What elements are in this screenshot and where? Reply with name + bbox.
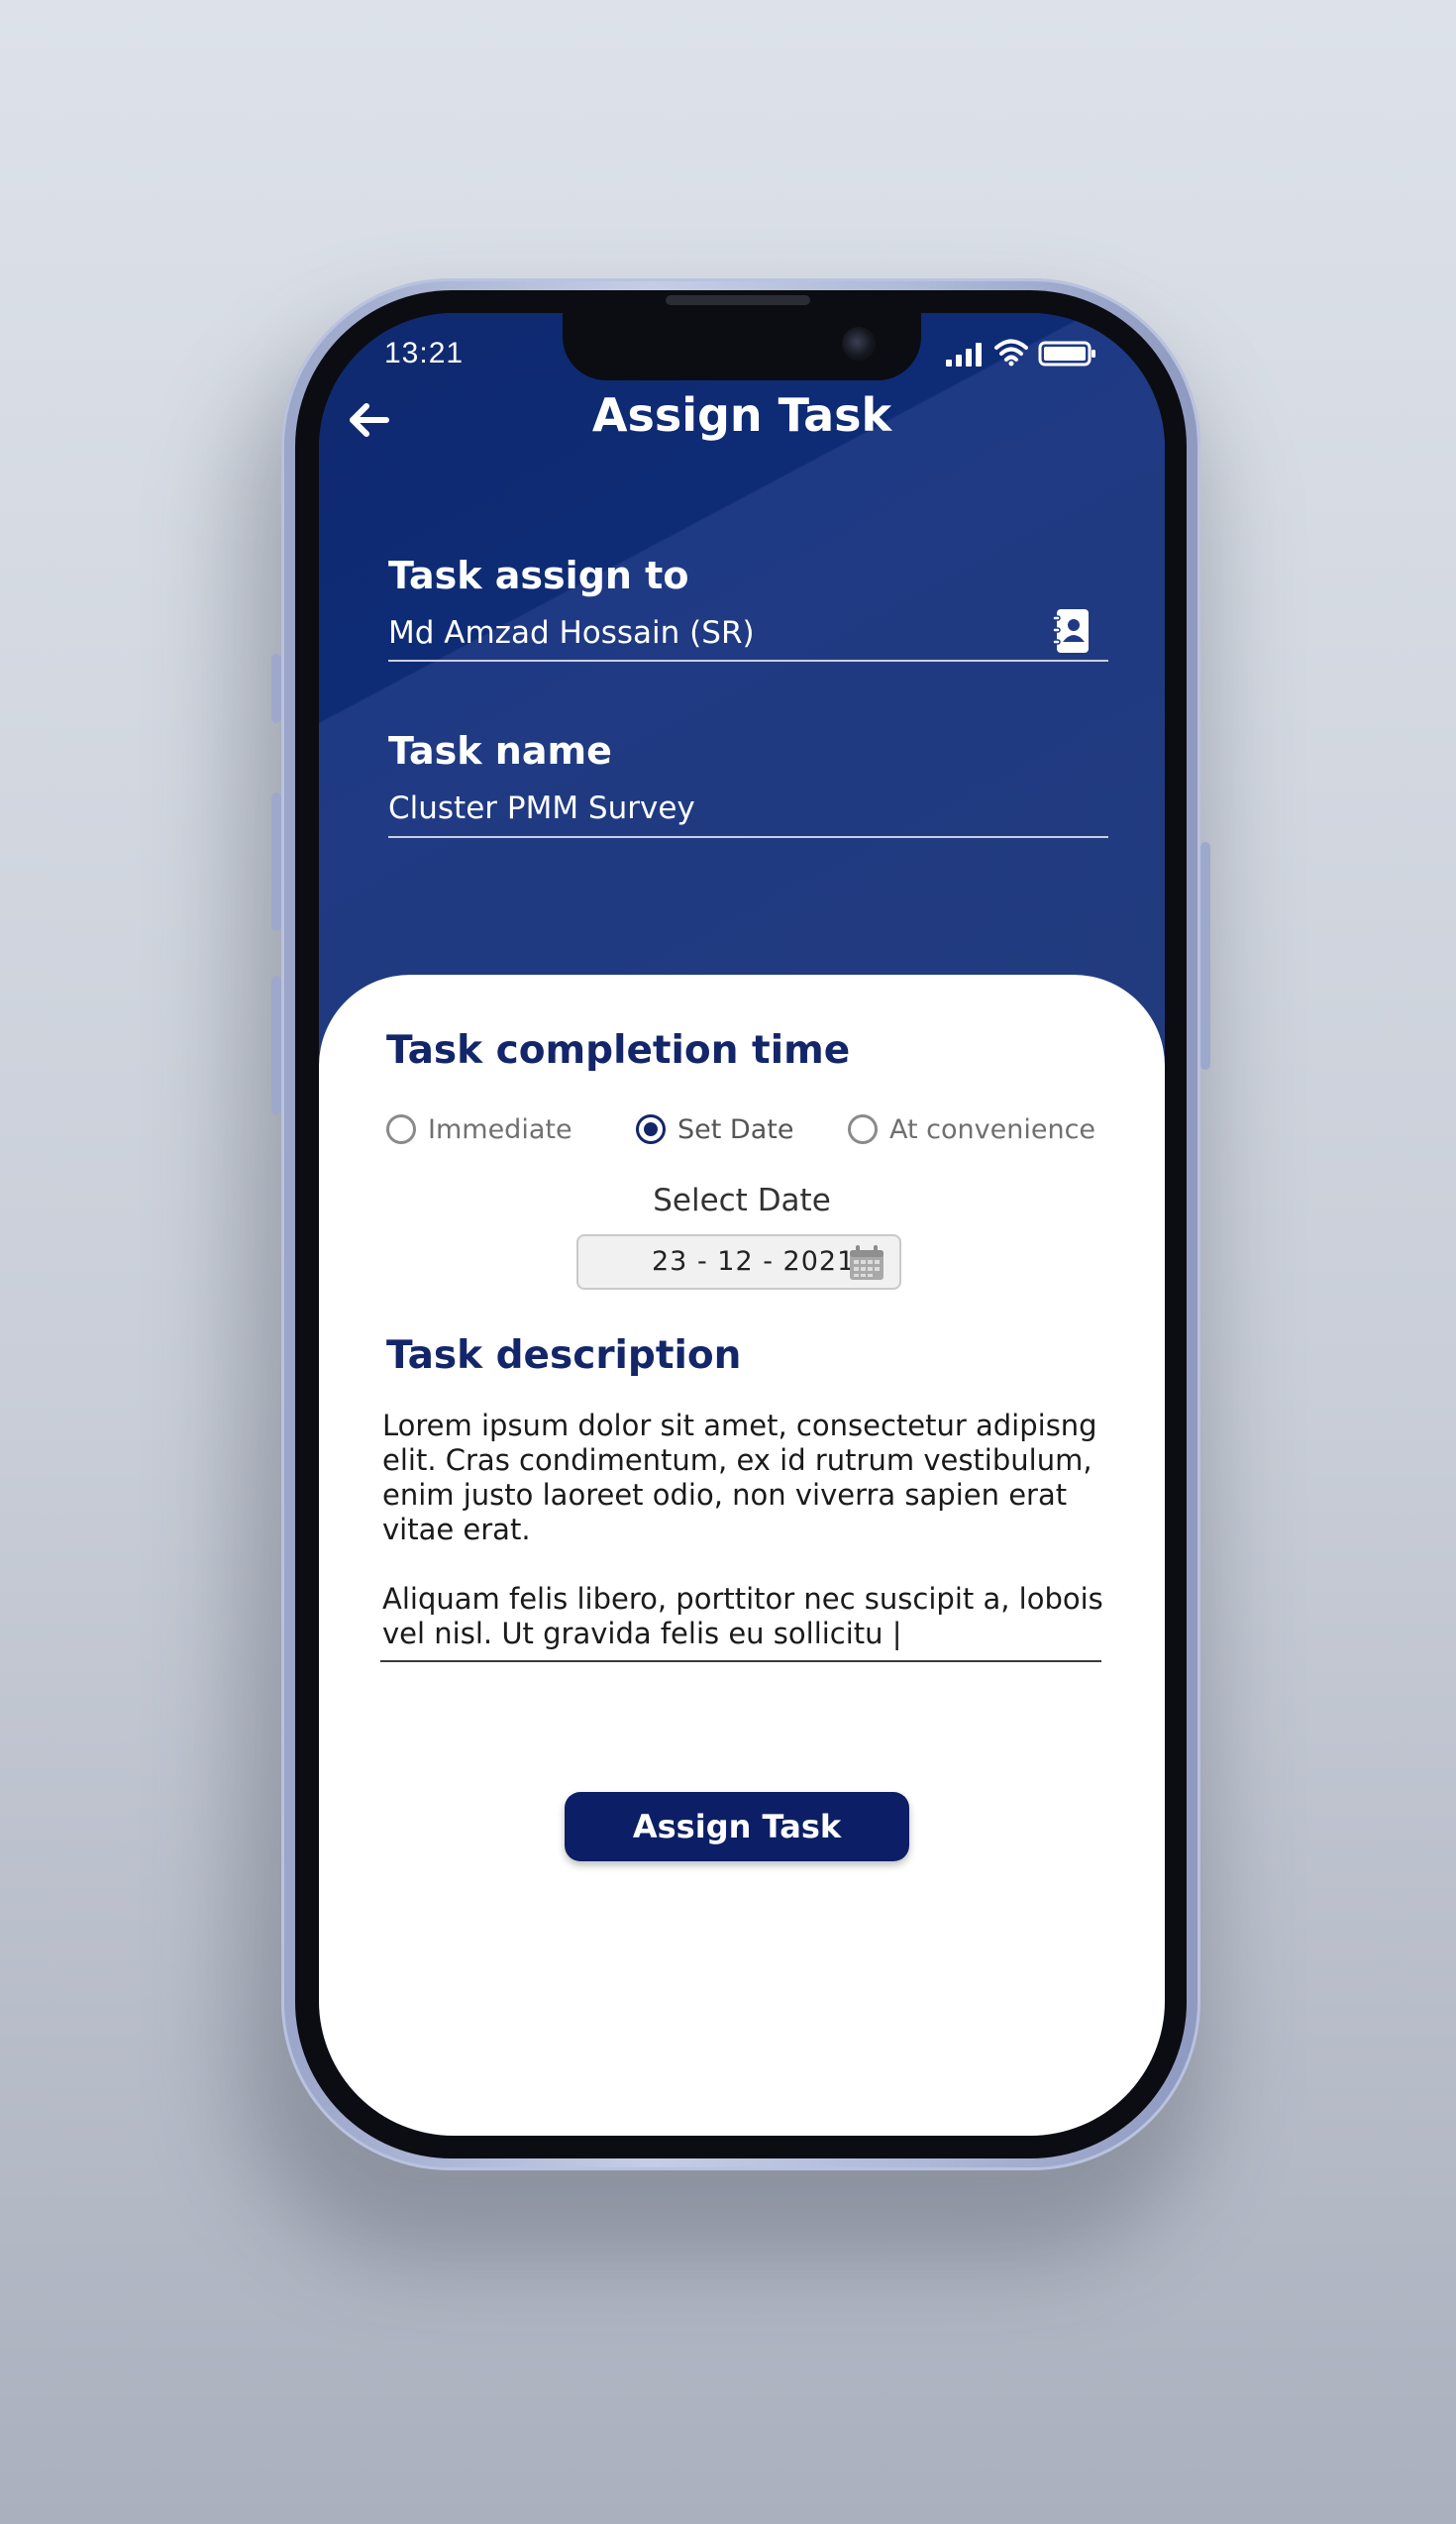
task-description-title: Task description [386, 1333, 742, 1378]
speaker-grille [666, 295, 810, 305]
radio-at-convenience[interactable]: At convenience [848, 1109, 1095, 1149]
date-value: 23 - 12 - 2021 [652, 1246, 856, 1277]
select-date-label: Select Date [653, 1183, 831, 1218]
front-camera [842, 327, 876, 361]
radio-button-unchecked[interactable] [386, 1114, 416, 1144]
radio-label: Immediate [428, 1113, 572, 1145]
battery-icon [1038, 341, 1095, 367]
assign-task-button[interactable]: Assign Task [565, 1792, 909, 1861]
calendar-icon[interactable] [848, 1244, 885, 1282]
assign-to-underline [388, 660, 1108, 662]
status-time: 13:21 [384, 337, 465, 369]
task-description-textarea[interactable]: Lorem ipsum dolor sit amet, consectetur … [382, 1409, 1133, 1651]
completion-time-title: Task completion time [386, 1028, 851, 1073]
phone-side-button [271, 976, 281, 1114]
wifi-icon [994, 339, 1028, 367]
phone-side-button [1200, 842, 1210, 1070]
task-name-field[interactable]: Cluster PMM Survey [388, 790, 695, 826]
radio-button-checked[interactable] [636, 1114, 666, 1144]
task-name-label: Task name [388, 729, 612, 773]
contact-book-icon[interactable] [1052, 608, 1092, 654]
assign-to-label: Task assign to [388, 554, 689, 597]
radio-immediate[interactable]: Immediate [386, 1109, 572, 1149]
description-underline [380, 1660, 1101, 1662]
app-screen: 13:21 Assign Task Task assign to Md Amza… [319, 313, 1165, 2136]
radio-label: Set Date [677, 1113, 794, 1145]
cellular-signal-icon [946, 343, 982, 367]
date-picker-field[interactable]: 23 - 12 - 2021 [576, 1234, 901, 1290]
phone-side-button [271, 792, 281, 931]
phone-side-button [271, 654, 281, 723]
status-icons [945, 337, 1103, 370]
task-name-underline [388, 836, 1108, 838]
notch [563, 313, 921, 380]
radio-set-date[interactable]: Set Date [636, 1109, 793, 1149]
radio-button-unchecked[interactable] [848, 1114, 878, 1144]
radio-label: At convenience [889, 1113, 1096, 1145]
page-title: Assign Task [591, 388, 892, 442]
assign-to-field[interactable]: Md Amzad Hossain (SR) [388, 615, 755, 651]
